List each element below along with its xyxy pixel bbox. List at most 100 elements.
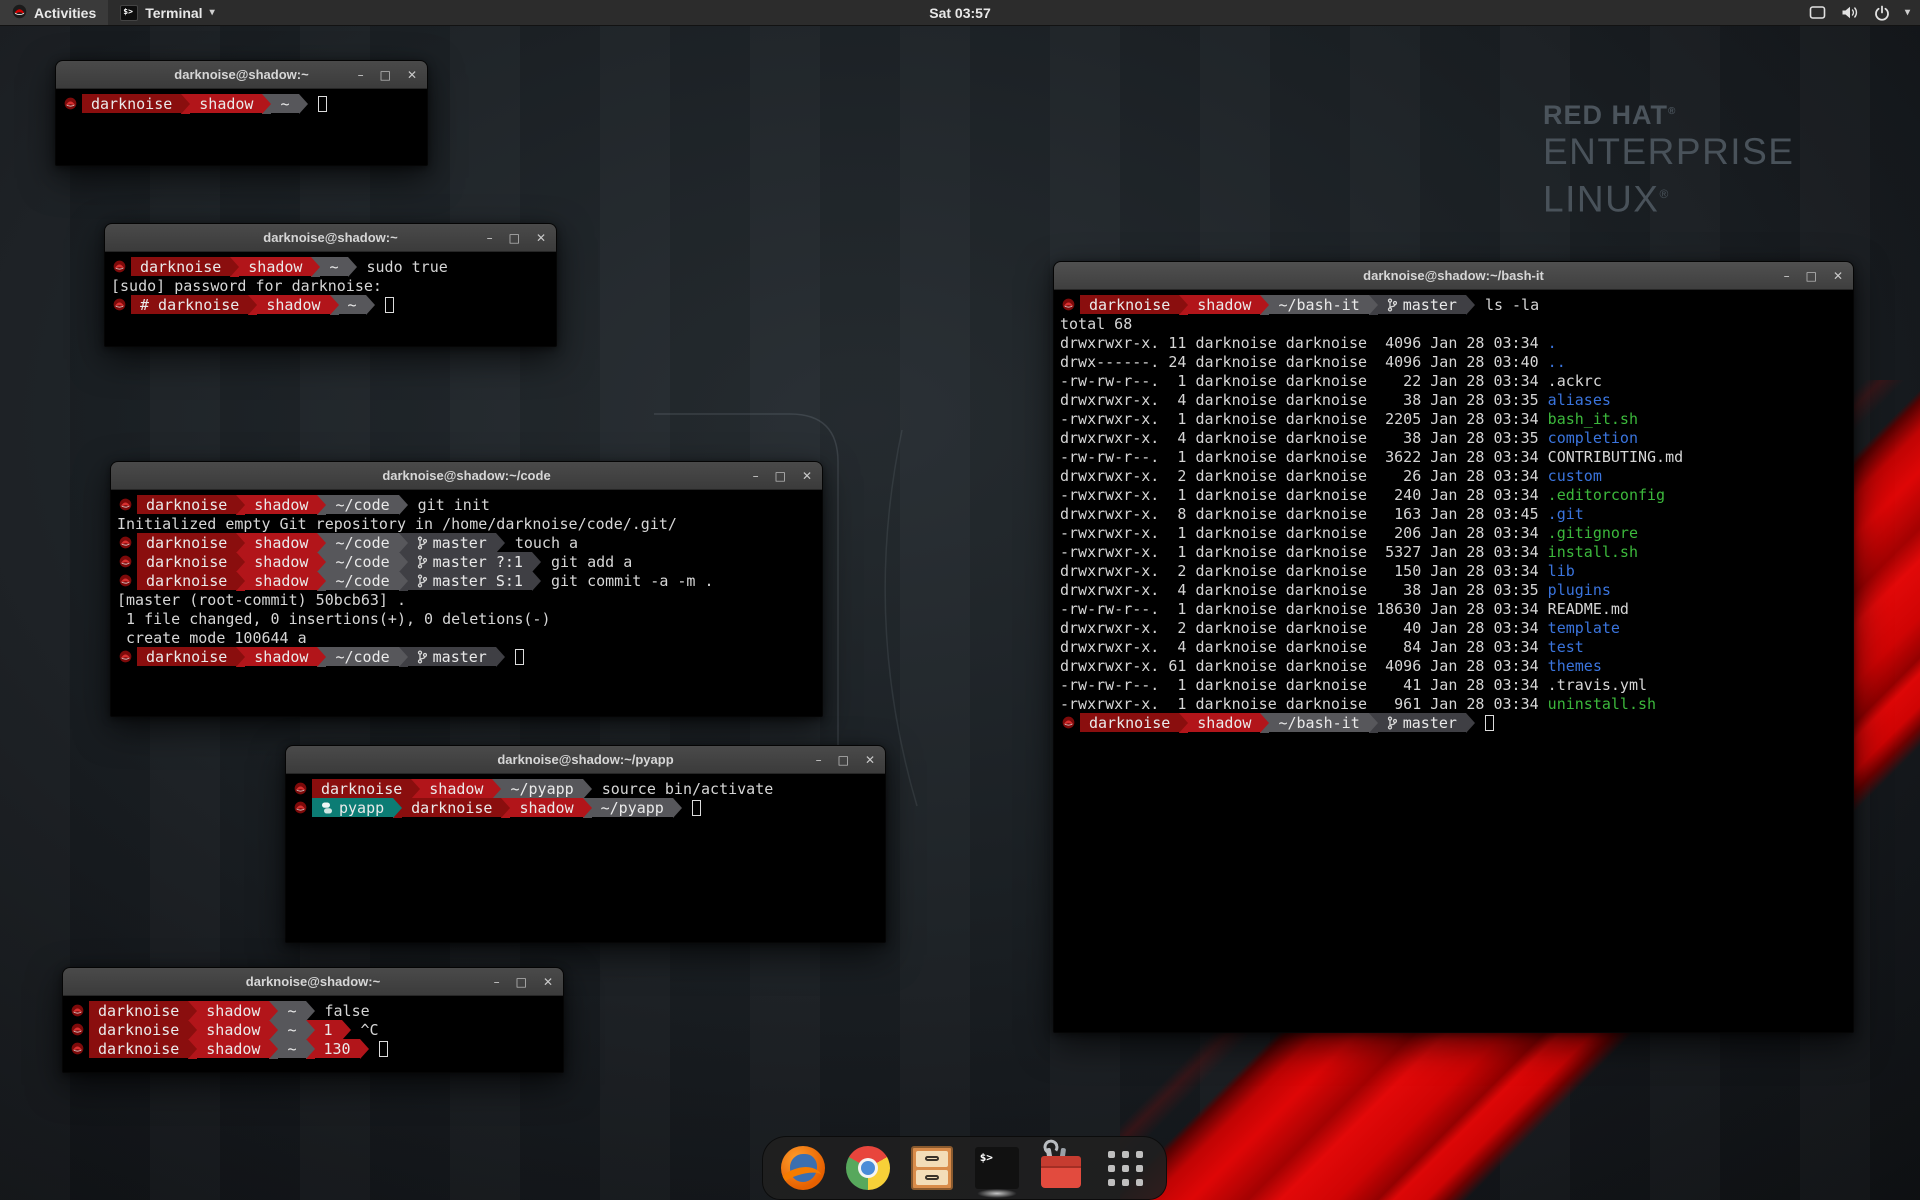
window-controls: – □ ✕	[816, 746, 875, 773]
redhat-prompt-icon	[119, 574, 133, 587]
ls-attributes: drwx------. 24 darknoise darknoise 4096 …	[1060, 353, 1548, 371]
command-text: ls -la	[1475, 296, 1539, 314]
terminal-cursor	[515, 649, 524, 665]
command-text: git commit -a -m .	[541, 572, 714, 590]
power-icon[interactable]	[1874, 5, 1890, 21]
branch-icon	[417, 555, 427, 569]
maximize-button[interactable]: □	[1806, 270, 1817, 282]
minimize-button[interactable]: –	[494, 976, 500, 988]
terminal-content[interactable]: darknoiseshadow~	[56, 89, 427, 118]
prompt-segment-red2: shadow	[190, 94, 262, 113]
terminal-content[interactable]: darknoiseshadow~/codegit initInitialized…	[111, 490, 822, 671]
clock[interactable]: Sat 03:57	[929, 5, 990, 21]
window-titlebar[interactable]: darknoise@shadow:~ – □ ✕	[63, 968, 563, 996]
close-button[interactable]: ✕	[543, 976, 553, 988]
output-line: [master (root-commit) 50bcb63] .	[117, 590, 816, 609]
maximize-button[interactable]: □	[509, 232, 520, 244]
dock-firefox-icon[interactable]	[779, 1144, 827, 1192]
powerline-separator-icon	[1369, 713, 1378, 733]
dock-files-icon[interactable]	[908, 1144, 956, 1192]
minimize-button[interactable]: –	[487, 232, 493, 244]
focused-app-menu[interactable]: $> Terminal ▾	[108, 0, 226, 25]
close-button[interactable]: ✕	[1833, 270, 1843, 282]
prompt-segment-red2: shadow	[245, 571, 317, 590]
ls-row: drwxrwxr-x. 4 darknoise darknoise 84 Jan…	[1060, 637, 1847, 656]
dock-toolbox-icon[interactable]	[1037, 1144, 1085, 1192]
terminal-content[interactable]: darknoiseshadow~falsedarknoiseshadow~1^C…	[63, 996, 563, 1063]
prompt-segment-git: master	[1378, 295, 1466, 314]
terminal-content[interactable]: darknoiseshadow~/pyappsource bin/activat…	[286, 774, 885, 822]
close-button[interactable]: ✕	[865, 754, 875, 766]
powerline-separator-icon	[501, 798, 510, 818]
close-button[interactable]: ✕	[802, 470, 812, 482]
prompt-segment-git: master S:1	[408, 571, 532, 590]
output-line: [sudo] password for darknoise:	[111, 276, 550, 295]
terminal-window-code: darknoise@shadow:~/code–□✕darknoiseshado…	[110, 461, 823, 717]
ls-filename: README.md	[1548, 600, 1629, 618]
prompt-segment-path: ~/bash-it	[1269, 713, 1368, 732]
ls-attributes: drwxrwxr-x. 2 darknoise darknoise 26 Jan…	[1060, 467, 1548, 485]
terminal-cursor	[385, 297, 394, 313]
minimize-button[interactable]: –	[753, 470, 759, 482]
terminal-content[interactable]: darknoiseshadow~sudo true[sudo] password…	[105, 252, 556, 319]
ls-filename: install.sh	[1548, 543, 1638, 561]
close-button[interactable]: ✕	[407, 69, 417, 81]
python-icon	[321, 802, 333, 814]
ls-filename: themes	[1548, 657, 1602, 675]
dock-app-grid-icon[interactable]	[1102, 1144, 1150, 1192]
powerline-separator-icon	[399, 647, 408, 667]
redhat-prompt-icon	[119, 536, 133, 549]
terminal-cursor	[318, 96, 327, 112]
screen-icon[interactable]	[1809, 5, 1826, 20]
app-menu-caret-icon: ▾	[210, 7, 215, 18]
maximize-button[interactable]: □	[775, 470, 786, 482]
powerline-separator-icon	[399, 552, 408, 572]
maximize-button[interactable]: □	[838, 754, 849, 766]
powerline-separator-icon	[496, 647, 505, 667]
window-titlebar[interactable]: darknoise@shadow:~/pyapp–□✕	[286, 746, 885, 774]
command-text: touch a	[505, 534, 578, 552]
window-titlebar[interactable]: darknoise@shadow:~/code–□✕	[111, 462, 822, 490]
window-title: darknoise@shadow:~	[246, 974, 380, 989]
powerline-separator-icon	[317, 647, 326, 667]
window-titlebar[interactable]: darknoise@shadow:~ – □ ✕	[56, 61, 427, 89]
redhat-logo-icon	[12, 4, 27, 22]
ls-attributes: -rwxrwxr-x. 1 darknoise darknoise 2205 J…	[1060, 410, 1548, 428]
volume-icon[interactable]	[1841, 5, 1859, 20]
powerline-separator-icon	[1466, 713, 1475, 733]
ls-filename: .ackrc	[1548, 372, 1602, 390]
prompt-segment-red2: shadow	[245, 647, 317, 666]
close-button[interactable]: ✕	[536, 232, 546, 244]
ls-filename: completion	[1548, 429, 1638, 447]
dock-terminal-icon[interactable]: $>	[973, 1144, 1021, 1192]
powerline-separator-icon	[399, 533, 408, 553]
minimize-button[interactable]: –	[358, 69, 364, 81]
output-line: create mode 100644 a	[117, 628, 816, 647]
maximize-button[interactable]: □	[516, 976, 527, 988]
window-titlebar[interactable]: darknoise@shadow:~/bash-it–□✕	[1054, 262, 1853, 290]
ls-attributes: drwxrwxr-x. 11 darknoise darknoise 4096 …	[1060, 334, 1548, 352]
command-text: false	[315, 1002, 370, 1020]
powerline-separator-icon	[269, 1020, 278, 1040]
window-title: darknoise@shadow:~	[174, 67, 308, 82]
maximize-button[interactable]: □	[380, 69, 391, 81]
window-titlebar[interactable]: darknoise@shadow:~–□✕	[105, 224, 556, 252]
prompt-segment-red1: darknoise	[402, 798, 501, 817]
prompt-segment-red1: darknoise	[137, 552, 236, 571]
powerline-separator-icon	[492, 779, 501, 799]
minimize-button[interactable]: –	[816, 754, 822, 766]
terminal-app-icon: $>	[120, 5, 138, 21]
ls-attributes: drwxrwxr-x. 4 darknoise darknoise 38 Jan…	[1060, 429, 1548, 447]
activities-button[interactable]: Activities	[0, 0, 108, 25]
system-status-area[interactable]: ▾	[1809, 5, 1910, 21]
terminal-content[interactable]: darknoiseshadow~/bash-itmasterls -latota…	[1054, 290, 1853, 737]
terminal-window-bash-it: darknoise@shadow:~/bash-it–□✕darknoisesh…	[1053, 261, 1854, 1033]
powerline-separator-icon	[230, 257, 239, 277]
redhat-prompt-icon	[64, 97, 78, 110]
ls-row: -rwxrwxr-x. 1 darknoise darknoise 2205 J…	[1060, 409, 1847, 428]
chevron-down-icon[interactable]: ▾	[1905, 7, 1910, 18]
dock-chrome-icon[interactable]	[844, 1144, 892, 1192]
minimize-button[interactable]: –	[1784, 270, 1790, 282]
prompt-line: darknoiseshadow~sudo true	[111, 257, 550, 276]
terminal-window-sudo: darknoise@shadow:~–□✕darknoiseshadow~sud…	[104, 223, 557, 347]
